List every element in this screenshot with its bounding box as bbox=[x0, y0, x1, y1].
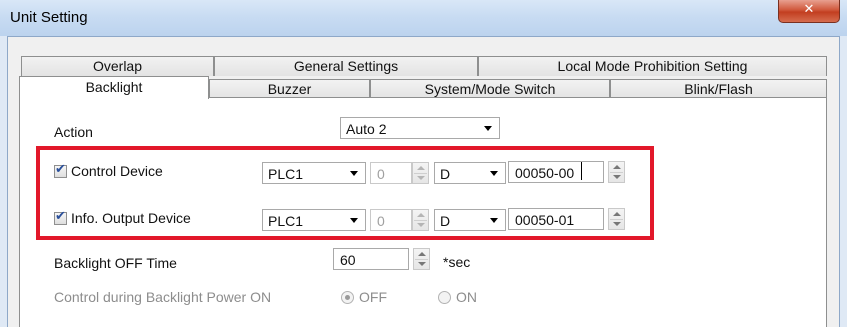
tab-overlap[interactable]: Overlap bbox=[21, 56, 214, 76]
control-power-on-label: Control during Backlight Power ON bbox=[54, 289, 272, 305]
tab-buzzer[interactable]: Buzzer bbox=[209, 79, 370, 99]
backlight-off-time-value: 60 bbox=[340, 252, 356, 268]
highlight-box bbox=[36, 146, 654, 240]
title-bar: Unit Setting ✕ bbox=[0, 0, 847, 36]
control-power-on-on-label: ON bbox=[456, 289, 477, 305]
control-power-on-on-radio bbox=[438, 291, 451, 304]
spin-up-icon bbox=[418, 252, 426, 256]
spin-down-icon bbox=[418, 262, 426, 266]
backlight-off-time-unit: *sec bbox=[443, 254, 471, 270]
window-title: Unit Setting bbox=[10, 9, 88, 26]
action-label: Action bbox=[54, 124, 93, 140]
backlight-off-time-spinner[interactable] bbox=[413, 248, 430, 270]
chevron-down-icon bbox=[484, 126, 492, 131]
close-button[interactable]: ✕ bbox=[778, 0, 840, 23]
backlight-off-time-label: Backlight OFF Time bbox=[54, 255, 177, 271]
tab-blink-flash[interactable]: Blink/Flash bbox=[610, 79, 827, 99]
tab-system-mode-switch[interactable]: System/Mode Switch bbox=[370, 79, 610, 99]
action-value: Auto 2 bbox=[346, 121, 387, 137]
tab-local-mode-prohibition-setting[interactable]: Local Mode Prohibition Setting bbox=[478, 56, 827, 76]
control-power-on-off-label: OFF bbox=[359, 289, 387, 305]
tab-backlight[interactable]: Backlight bbox=[19, 76, 209, 99]
control-power-on-off-radio bbox=[341, 291, 354, 304]
action-select[interactable]: Auto 2 bbox=[340, 117, 500, 139]
tab-general-settings[interactable]: General Settings bbox=[214, 56, 478, 76]
close-icon: ✕ bbox=[803, 2, 815, 17]
backlight-off-time-input[interactable]: 60 bbox=[333, 248, 409, 270]
